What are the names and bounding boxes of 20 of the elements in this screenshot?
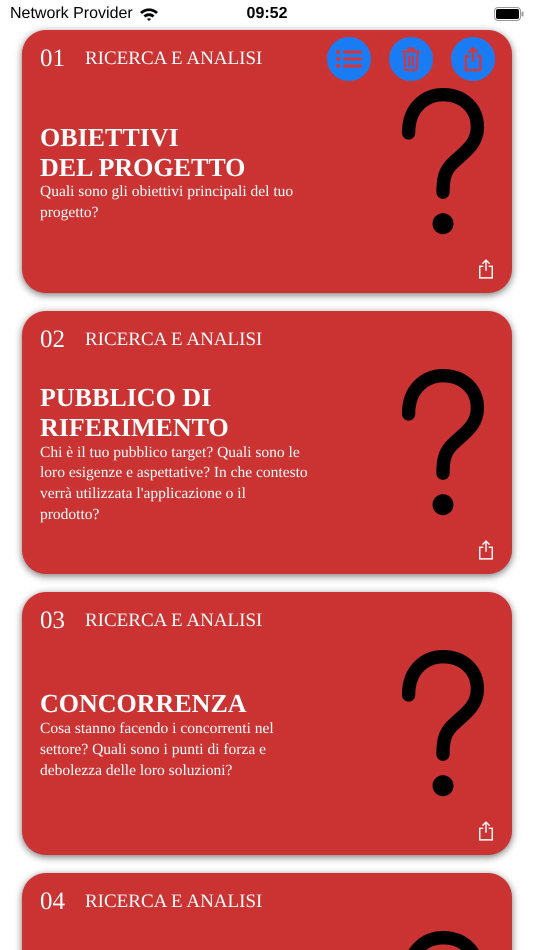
card-title: OBIETTIVI DEL PROGETTO xyxy=(40,122,246,182)
card-title: PUBBLICO DI RIFERIMENTO xyxy=(40,382,230,443)
question-card[interactable]: 03 RICERCA E ANALISI CONCORRENZA Cosa stanno facendo i concorrenti nel settore? Quali sono i punti di forza e debolezza delle loro soluzioni? xyxy=(22,592,512,855)
carrier-name: Network Provider xyxy=(10,5,133,23)
card-description: Cosa stanno facendo i concorrenti nel settore? Quali sono i punti di forza e debolezza delle loro soluzioni? xyxy=(40,719,275,781)
card-number: 04 xyxy=(40,888,65,916)
card-number: 01 xyxy=(40,45,65,73)
card-category: RICERCA E ANALISI xyxy=(85,48,262,70)
card-title: CONCORRENZA xyxy=(40,689,248,720)
card-category: RICERCA E ANALISI xyxy=(85,891,262,913)
card-category: RICERCA E ANALISI xyxy=(85,329,262,351)
question-card[interactable]: 01 RICERCA E ANALISI OBIETTIVI DEL PROGETTO Quali sono gli obiettivi principali del tuo progetto? xyxy=(22,30,512,293)
card-description: Quali sono gli obiettivi principali del tuo progetto? xyxy=(40,182,294,224)
clock-time: 09:52 xyxy=(246,5,288,23)
card-number: 03 xyxy=(40,607,65,635)
card-category: RICERCA E ANALISI xyxy=(85,610,262,632)
card-description: Chi è il tuo pubblico target? Quali sono le loro esigenze e aspettative? In che contesto verrà utilizzata l'applicazione o il prodotto? xyxy=(40,442,308,526)
question-card[interactable]: 04 RICERCA E ANALISI xyxy=(22,873,512,950)
question-card[interactable]: 02 RICERCA E ANALISI PUBBLICO DI RIFERIMENTO Chi è il tuo pubblico target? Quali sono le loro esigenze e aspettative? In che contesto verrà utilizzata l'applicazione o il prodotto? xyxy=(22,311,512,574)
card-number: 02 xyxy=(40,326,65,354)
